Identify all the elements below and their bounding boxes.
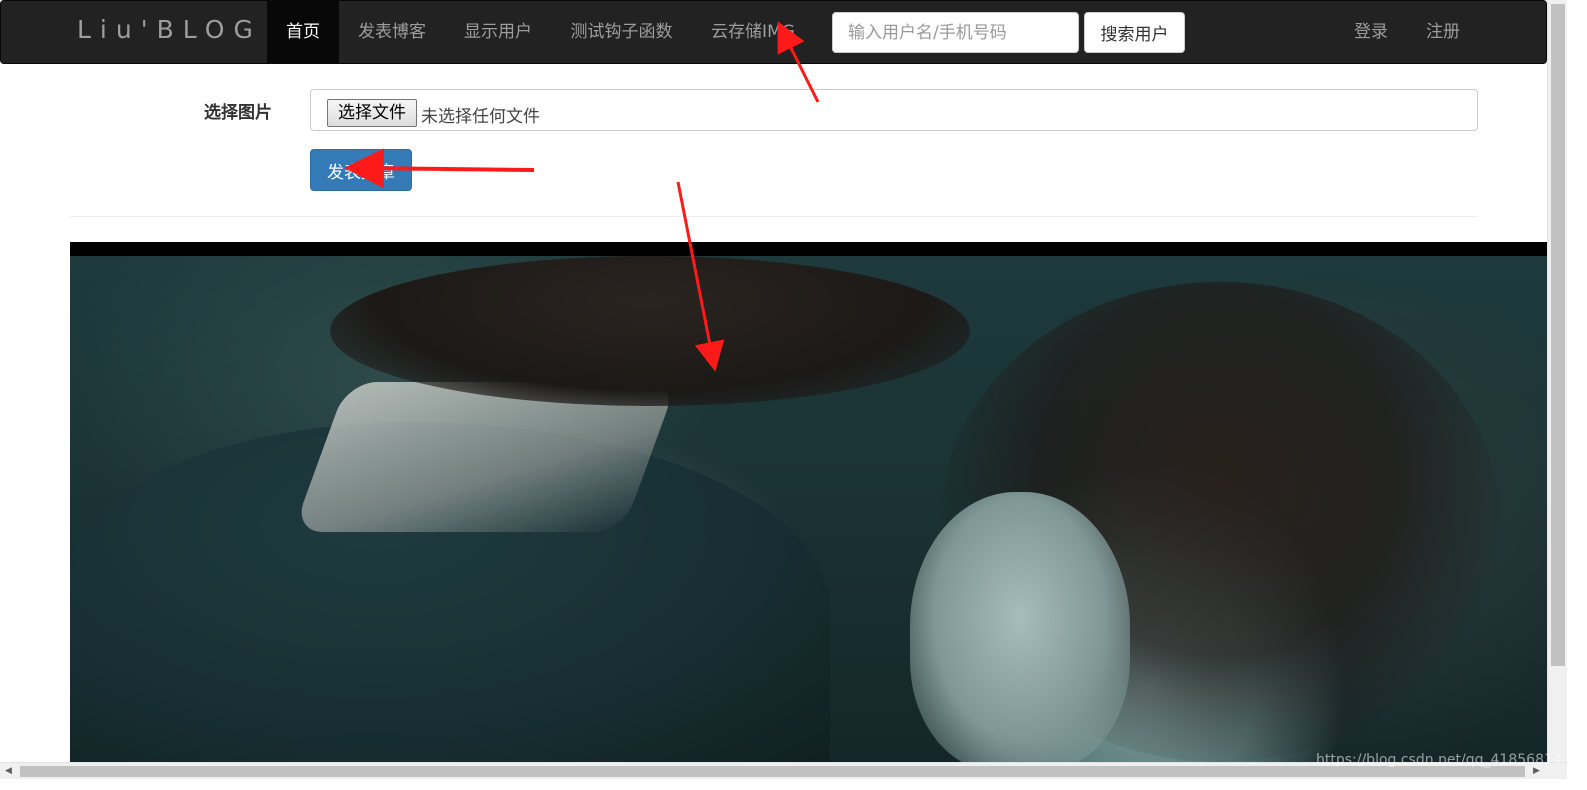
nav-item-cloud-img[interactable]: 云存储IMG	[692, 1, 814, 63]
nav-link-login[interactable]: 登录	[1335, 1, 1407, 63]
nav-item-home[interactable]: 首页	[267, 1, 339, 63]
search-users-button[interactable]: 搜索用户	[1084, 12, 1185, 53]
vertical-scrollbar[interactable]	[1547, 0, 1567, 762]
csdn-watermark: https://blog.csdn.net/qq_41856814	[1316, 752, 1562, 768]
file-status-text: 未选择任何文件	[421, 107, 540, 127]
file-upload-field[interactable]: 选择文件 未选择任何文件	[310, 89, 1478, 131]
photo-hair-left	[330, 256, 970, 406]
search-input[interactable]	[832, 12, 1079, 53]
nav-item-show-users[interactable]: 显示用户	[445, 1, 551, 63]
nav-link-register[interactable]: 注册	[1407, 1, 1479, 63]
top-navbar: Liu'BLOG 首页 发表博客 显示用户 测试钩子函数 云存储IMG 搜索用户…	[0, 0, 1547, 64]
uploaded-image-preview	[70, 242, 1547, 762]
publish-article-button[interactable]: 发表文章	[310, 149, 412, 191]
horizontal-scroll-thumb[interactable]	[20, 766, 1525, 777]
scroll-left-arrow-icon[interactable]: ◀	[5, 766, 12, 776]
brand-logo[interactable]: Liu'BLOG	[77, 15, 262, 44]
vertical-scroll-thumb[interactable]	[1551, 4, 1565, 666]
section-divider	[70, 216, 1478, 217]
nav-item-post-blog[interactable]: 发表博客	[339, 1, 445, 63]
file-field-label: 选择图片	[204, 103, 272, 123]
nav-item-test-hooks[interactable]: 测试钩子函数	[551, 1, 692, 63]
choose-file-button[interactable]: 选择文件	[327, 99, 417, 127]
photo-face	[910, 492, 1130, 762]
